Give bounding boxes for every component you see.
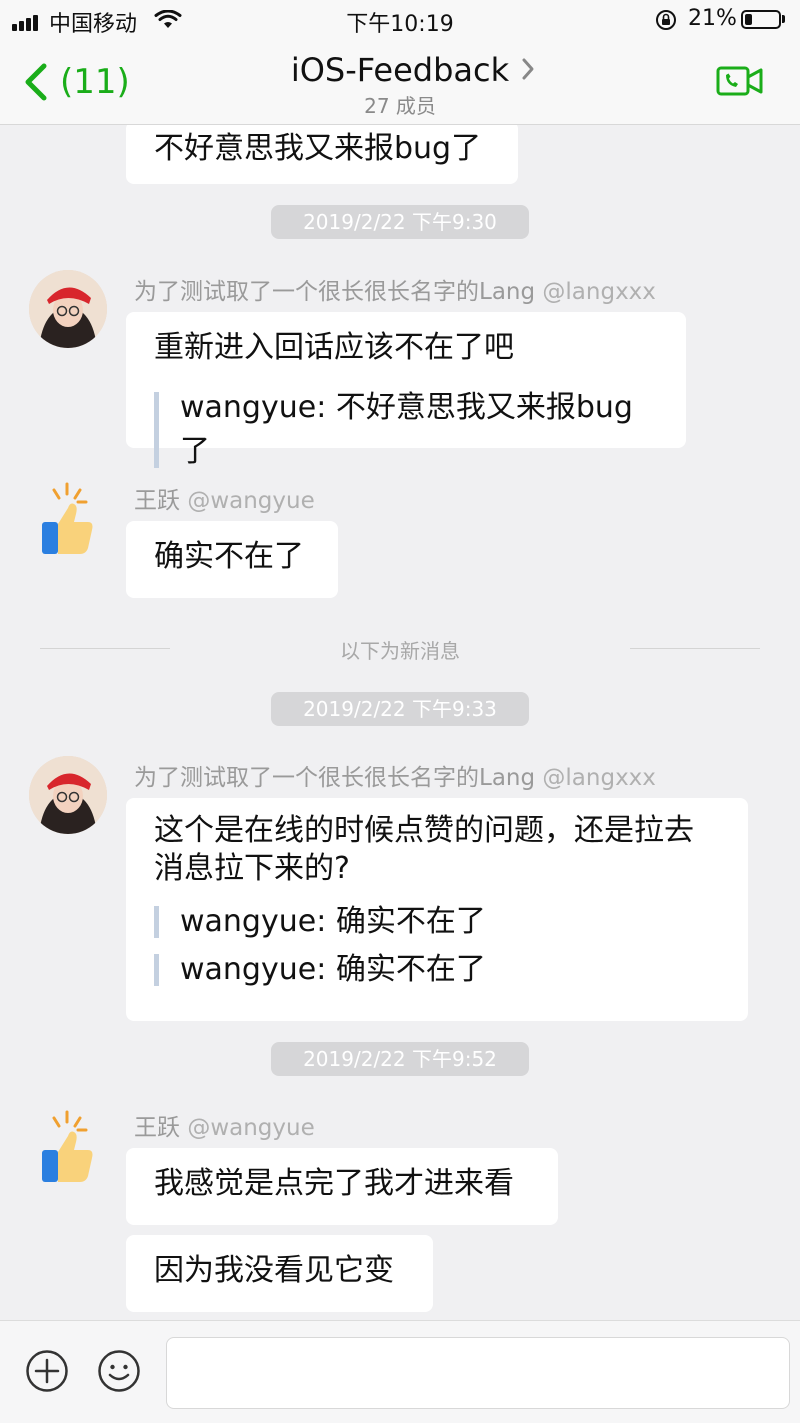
message-text: 确实不在了 <box>154 539 304 574</box>
battery-icon <box>741 10 781 29</box>
sender-handle: @wangyue <box>187 488 315 514</box>
battery-percent: 21% <box>688 6 737 31</box>
quoted-message: wangyue: 确实不在了 <box>154 948 720 992</box>
video-call-icon[interactable] <box>716 66 764 96</box>
battery-tip <box>782 15 785 23</box>
girl-photo-avatar[interactable] <box>29 270 107 348</box>
thumbs-up-avatar[interactable] <box>34 482 100 562</box>
timestamp-pill: 2019/2/22 下午9:52 <box>271 1042 529 1076</box>
profile-photo <box>29 270 107 348</box>
message-bubble[interactable]: 不好意思我又来报bug了 <box>126 125 518 184</box>
thumbs-up-icon <box>34 125 100 141</box>
message-bubble[interactable]: 确实不在了 <box>126 521 338 598</box>
sender-name: 为了测试取了一个很长很长名字的Lang @langxxx <box>134 272 656 306</box>
message-text: 我感觉是点完了我才进来看 <box>154 1166 514 1201</box>
profile-photo <box>29 756 107 834</box>
chat-area[interactable]: 不好意思我又来报bug了 2019/2/22 下午9:30 为了测试取了一个很长… <box>0 125 800 1320</box>
message-bubble[interactable]: 我感觉是点完了我才进来看 <box>126 1148 558 1225</box>
message-input[interactable] <box>166 1337 790 1409</box>
message-text-line: 消息拉下来的? <box>154 851 350 886</box>
timestamp-pill: 2019/2/22 下午9:30 <box>271 205 529 239</box>
divider-line-right <box>630 648 760 649</box>
sender-nickname: 王跃 <box>134 1115 180 1141</box>
nav-bar: (11) iOS-Feedback 27 成员 <box>0 40 800 125</box>
sender-nickname: 为了测试取了一个很长很长名字的Lang <box>134 765 536 791</box>
thumbs-up-icon <box>42 482 93 554</box>
new-messages-divider: 以下为新消息 <box>340 639 460 663</box>
plus-circle-icon[interactable] <box>25 1349 69 1393</box>
status-bar: 中国移动 下午10:19 21% <box>0 0 800 40</box>
sender-name: 为了测试取了一个很长很长名字的Lang @langxxx <box>134 758 656 792</box>
message-bubble[interactable]: 重新进入回话应该不在了吧 wangyue: 不好意思我又来报bug了 <box>126 312 686 469</box>
quoted-message: wangyue: 不好意思我又来报bug了 <box>154 386 658 474</box>
thumbs-up-avatar[interactable] <box>34 1110 100 1190</box>
sender-handle: @wangyue <box>187 1115 315 1141</box>
message-bubble[interactable]: 因为我没看见它变 <box>126 1235 433 1312</box>
clock: 下午10:19 <box>346 12 454 37</box>
sender-name: 王跃 @wangyue <box>134 481 315 515</box>
chat-title[interactable]: iOS-Feedback <box>0 50 800 90</box>
input-bar <box>0 1320 800 1423</box>
girl-photo-avatar[interactable] <box>29 756 107 834</box>
smiley-icon[interactable] <box>97 1349 141 1393</box>
quoted-message: wangyue: 确实不在了 <box>154 900 720 944</box>
thumbs-up-icon <box>42 1110 93 1182</box>
message-text: 因为我没看见它变 <box>154 1253 394 1288</box>
message-bubble[interactable]: 这个是在线的时候点赞的问题，还是拉去 消息拉下来的? wangyue: 确实不在… <box>126 798 748 1021</box>
chevron-right-icon[interactable] <box>519 56 537 82</box>
member-count: 27 成员 <box>364 94 436 118</box>
timestamp-pill: 2019/2/22 下午9:33 <box>271 692 529 726</box>
message-text-line: 这个是在线的时候点赞的问题，还是拉去 <box>154 813 694 848</box>
rotation-lock-icon <box>656 10 676 30</box>
thumbs-up-avatar[interactable] <box>34 125 100 141</box>
sender-nickname: 为了测试取了一个很长很长名字的Lang <box>134 279 536 305</box>
sender-nickname: 王跃 <box>134 488 180 514</box>
sender-name: 王跃 @wangyue <box>134 1108 315 1142</box>
message-text: 重新进入回话应该不在了吧 <box>154 330 514 365</box>
sender-handle: @langxxx <box>542 765 656 791</box>
message-text: 不好意思我又来报bug了 <box>154 131 482 166</box>
sender-handle: @langxxx <box>542 279 656 305</box>
